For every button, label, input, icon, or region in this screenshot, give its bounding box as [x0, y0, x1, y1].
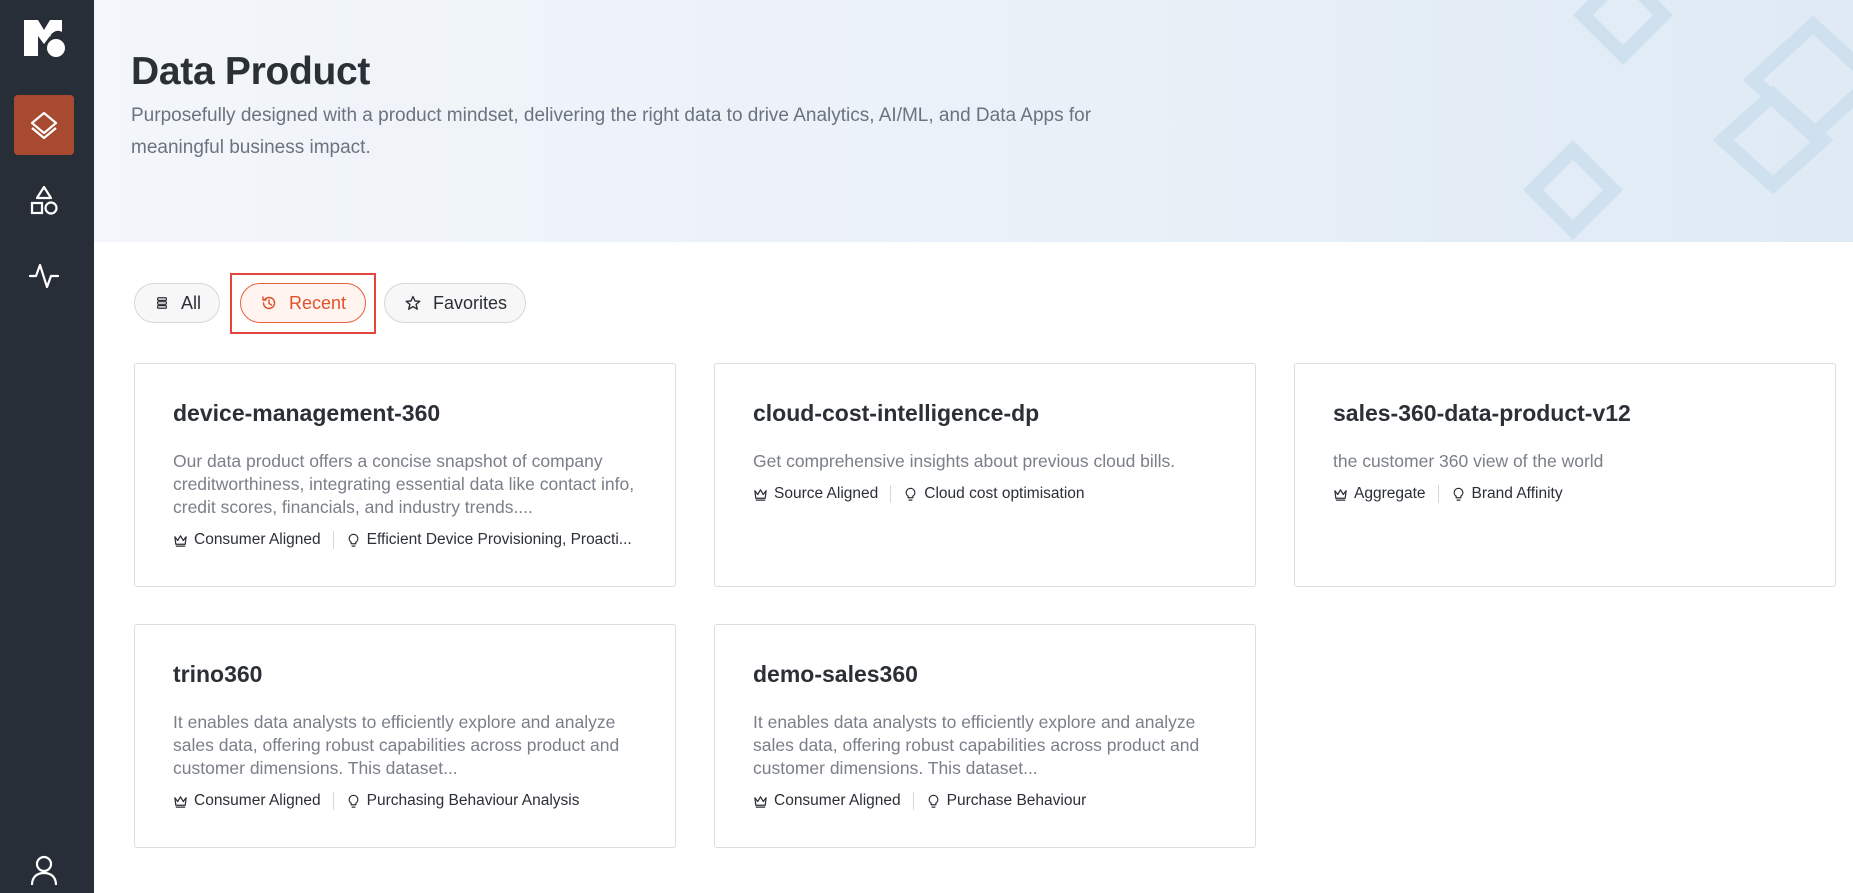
- user-icon: [30, 855, 58, 886]
- lightbulb-icon: [348, 533, 359, 547]
- crown-icon: [1334, 488, 1347, 501]
- card-domain-label: Purchasing Behaviour Analysis: [366, 792, 580, 809]
- lightbulb-icon: [928, 794, 939, 808]
- data-product-card[interactable]: cloud-cost-intelligence-dp Get comprehen…: [714, 363, 1256, 587]
- crown-icon: [174, 534, 187, 547]
- card-meta: Consumer Aligned Purchasing Behaviour An…: [173, 792, 580, 810]
- card-meta: Consumer Aligned Purchase Behaviour: [753, 792, 1086, 810]
- card-description: the customer 360 view of the world: [1333, 451, 1604, 471]
- meta-divider: [890, 485, 892, 503]
- crown-icon: [754, 795, 767, 808]
- card-title: sales-360-data-product-v12: [1333, 400, 1631, 426]
- banner-decoration: [1523, 0, 1853, 240]
- meta-divider: [332, 792, 334, 810]
- activity-icon: [28, 263, 60, 289]
- sidebar: [0, 0, 94, 893]
- filter-favorites-button[interactable]: Favorites: [384, 283, 526, 323]
- card-type-label: Source Aligned: [774, 485, 879, 502]
- card-meta: Aggregate Brand Affinity: [1333, 485, 1563, 503]
- crown-icon: [174, 795, 187, 808]
- header-banner: Data Product Purposefully designed with …: [94, 0, 1853, 242]
- card-title: demo-sales360: [753, 661, 918, 687]
- card-meta: Consumer Aligned Efficient Device Provis…: [173, 531, 632, 549]
- card-domain: Efficient Device Provisioning, Proacti..…: [346, 531, 632, 549]
- filter-all-button[interactable]: All: [134, 283, 220, 323]
- lightbulb-icon: [1453, 487, 1463, 501]
- card-domain: Purchase Behaviour: [926, 792, 1087, 810]
- card-description: Our data product offers a concise snapsh…: [173, 451, 635, 517]
- nav-activity-button[interactable]: [14, 245, 74, 305]
- filter-all-label: All: [180, 292, 201, 313]
- card-domain: Brand Affinity: [1451, 485, 1563, 503]
- card-domain: Cloud cost optimisation: [903, 485, 1085, 503]
- data-product-card[interactable]: device-management-360 Our data product o…: [134, 363, 676, 587]
- recent-highlight-box: Recent: [230, 273, 376, 334]
- lightbulb-icon: [348, 794, 359, 808]
- lightbulb-icon: [905, 487, 916, 501]
- card-title: device-management-360: [173, 400, 441, 426]
- brand-logo-icon[interactable]: [22, 16, 66, 60]
- card-domain-label: Purchase Behaviour: [946, 792, 1087, 809]
- card-type: Consumer Aligned: [173, 531, 321, 549]
- card-type: Consumer Aligned: [173, 792, 321, 810]
- filter-recent-label: Recent: [289, 292, 347, 313]
- history-icon: [262, 296, 276, 310]
- card-description: Get comprehensive insights about previou…: [753, 451, 1176, 471]
- layers-icon: [30, 111, 58, 140]
- shapes-icon: [30, 185, 58, 215]
- page-subtitle: Purposefully designed with a product min…: [131, 105, 1092, 158]
- meta-divider: [332, 531, 334, 549]
- card-meta: Source Aligned Cloud cost optimisation: [753, 485, 1085, 503]
- card-domain-label: Cloud cost optimisation: [924, 485, 1085, 502]
- filter-favorites-label: Favorites: [432, 292, 507, 313]
- card-type-label: Consumer Aligned: [774, 792, 901, 809]
- card-title: trino360: [173, 661, 263, 687]
- card-type-label: Aggregate: [1354, 485, 1426, 502]
- card-type: Aggregate: [1333, 485, 1426, 503]
- data-product-card[interactable]: trino360 It enables data analysts to eff…: [134, 624, 676, 848]
- filter-chips: All Recent Favorites: [134, 273, 526, 334]
- nav-data-products-button[interactable]: [14, 95, 74, 155]
- card-domain-label: Efficient Device Provisioning, Proacti..…: [366, 531, 632, 548]
- page-title: Data Product: [131, 50, 371, 93]
- user-profile-button[interactable]: [14, 840, 74, 893]
- card-type: Consumer Aligned: [753, 792, 901, 810]
- data-product-card[interactable]: demo-sales360 It enables data analysts t…: [714, 624, 1256, 848]
- filter-recent-button[interactable]: Recent: [240, 283, 366, 323]
- data-product-card[interactable]: sales-360-data-product-v12 the customer …: [1294, 363, 1836, 587]
- card-description: It enables data analysts to efficiently …: [173, 712, 620, 778]
- card-type: Source Aligned: [753, 485, 878, 503]
- meta-divider: [1437, 485, 1439, 503]
- stack-icon: [157, 297, 167, 309]
- meta-divider: [912, 792, 914, 810]
- card-domain-label: Brand Affinity: [1471, 485, 1563, 502]
- card-description: It enables data analysts to efficiently …: [753, 712, 1200, 778]
- card-type-label: Consumer Aligned: [194, 792, 321, 809]
- card-type-label: Consumer Aligned: [194, 531, 321, 548]
- crown-icon: [754, 488, 767, 501]
- card-domain: Purchasing Behaviour Analysis: [346, 792, 580, 810]
- nav-catalog-button[interactable]: [14, 170, 74, 230]
- star-icon: [405, 295, 421, 310]
- card-title: cloud-cost-intelligence-dp: [753, 400, 1040, 426]
